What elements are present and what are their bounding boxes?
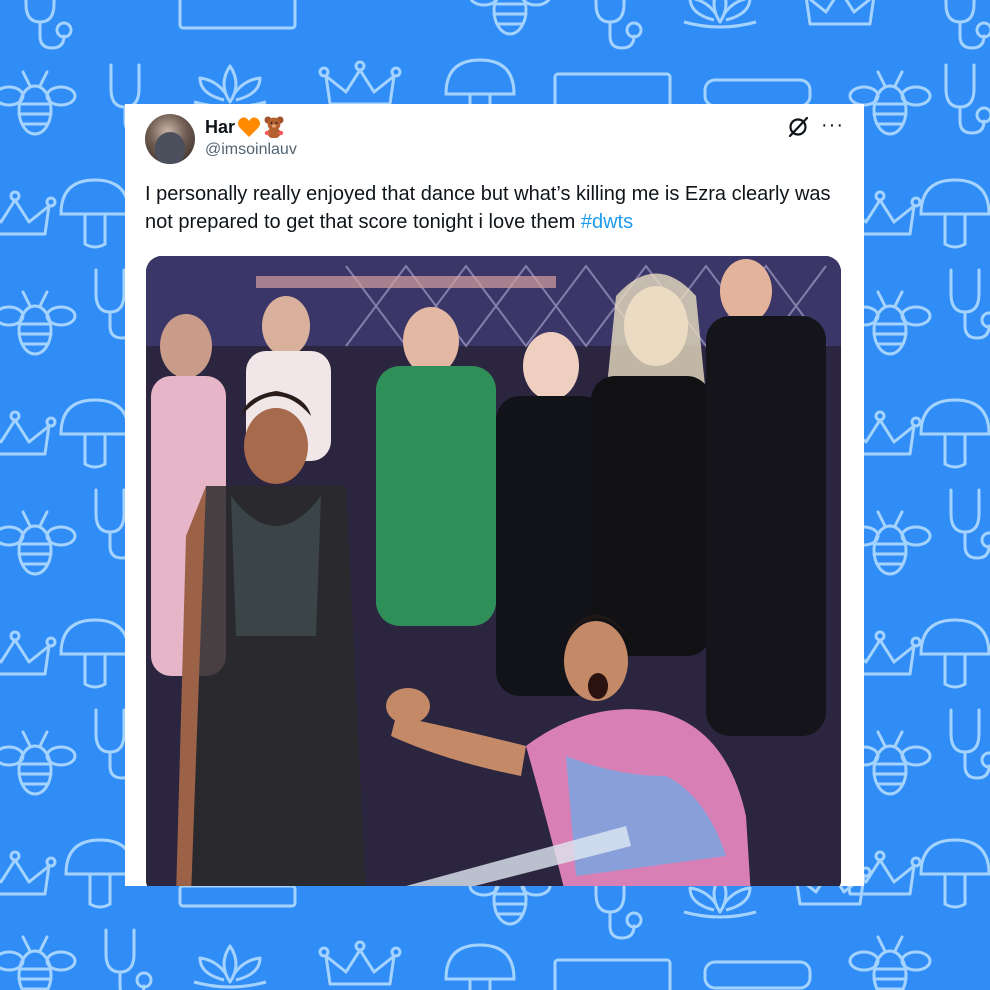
author-handle[interactable]: @imsoinlauv [205,141,297,159]
post-text: I personally really enjoyed that dance b… [145,180,845,236]
post-body-text: I personally really enjoyed that dance b… [145,183,831,233]
more-options-icon[interactable]: ··· [821,114,844,137]
post-card: Har @imsoinlauv ··· I personally really … [125,104,864,886]
dance-scene-illustration [146,256,841,886]
avatar[interactable] [145,114,195,164]
grok-icon[interactable] [787,116,809,138]
teddy-bear-icon [264,116,284,138]
orange-heart-icon [238,117,261,137]
author-name[interactable]: Har [205,117,235,138]
hashtag-link[interactable]: #dwts [581,211,633,233]
post-image[interactable] [146,256,841,886]
author-row: Har [205,116,285,138]
